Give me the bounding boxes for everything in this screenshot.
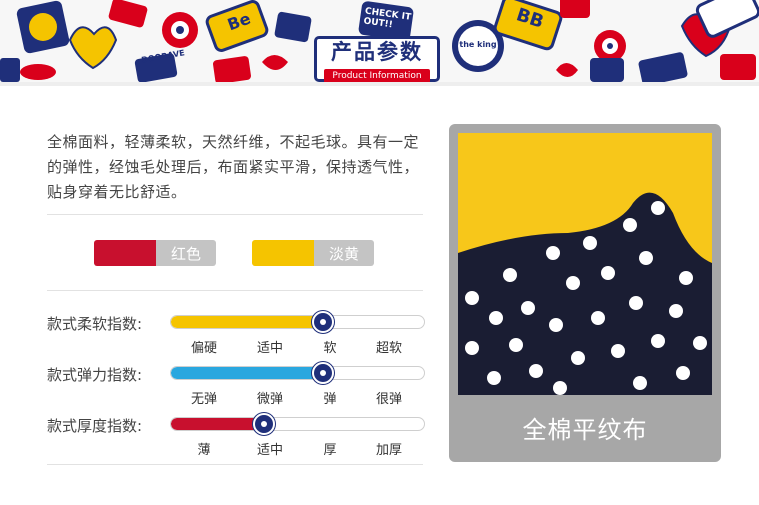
color-chip-red: [94, 240, 156, 266]
rating-fill-thickness: [171, 418, 265, 430]
fabric-caption: 全棉平纹布: [522, 416, 648, 444]
sticker-text-king: the king: [459, 40, 497, 49]
color-label-red: 红色: [156, 240, 216, 266]
section-title-badge: 产品参数 Product Information: [314, 36, 440, 83]
divider-top: [47, 214, 423, 215]
color-option-yellow[interactable]: 淡黄: [252, 240, 374, 266]
eye-sticker-icon: [162, 12, 198, 48]
lips-sticker-icon: [20, 64, 56, 80]
color-chip-yellow: [252, 240, 314, 266]
rating-fill-softness: [171, 316, 324, 328]
crown-sticker-icon: [16, 0, 70, 54]
eye-sticker-right-icon: [594, 30, 626, 62]
color-option-red[interactable]: 红色: [94, 240, 216, 266]
tick-elasticity-3: 弹: [323, 392, 337, 407]
fabric-swatch-image: [458, 133, 712, 395]
section-title: 产品参数: [331, 40, 423, 64]
tick-thickness-4: 加厚: [375, 443, 402, 458]
rating-knob-softness-icon: [312, 311, 334, 333]
rating-fill-elasticity: [171, 367, 324, 379]
header-banner: CHECK IT OUT!! Be the king BB DOORAVE 产品…: [0, 0, 759, 84]
tick-softness-4: 超软: [375, 341, 402, 356]
tick-thickness-1: 薄: [197, 443, 211, 458]
tick-elasticity-2: 微弹: [256, 392, 283, 407]
tick-softness-3: 软: [323, 341, 337, 356]
divider-middle: [47, 290, 423, 291]
banner-shadow: [0, 82, 759, 86]
rating-label-thickness: 款式厚度指数:: [47, 417, 143, 435]
rating-track-elasticity: [170, 366, 425, 380]
section-subtitle: Product Information: [324, 69, 430, 83]
tick-softness-2: 适中: [256, 341, 283, 356]
rating-label-softness: 款式柔软指数:: [47, 315, 143, 333]
rating-label-elasticity: 款式弹力指数:: [47, 366, 143, 384]
tick-thickness-3: 厚: [323, 443, 337, 458]
rating-knob-thickness-icon: [253, 413, 275, 435]
tick-elasticity-1: 无弹: [190, 392, 217, 407]
fabric-panel: 全棉平纹布: [449, 124, 721, 462]
product-description: 全棉面料，轻薄柔软，天然纤维，不起毛球。具有一定的弹性，经蚀毛处理后，布面紧实平…: [47, 133, 420, 201]
tick-softness-1: 偏硬: [190, 341, 217, 356]
polka-dot-fabric-icon: [458, 133, 712, 395]
rating-track-softness: [170, 315, 425, 329]
divider-bottom: [47, 464, 423, 465]
rating-track-thickness: [170, 417, 425, 431]
color-label-yellow: 淡黄: [314, 240, 374, 266]
tick-thickness-2: 适中: [256, 443, 283, 458]
tick-elasticity-4: 很弹: [375, 392, 402, 407]
rating-knob-elasticity-icon: [312, 362, 334, 384]
